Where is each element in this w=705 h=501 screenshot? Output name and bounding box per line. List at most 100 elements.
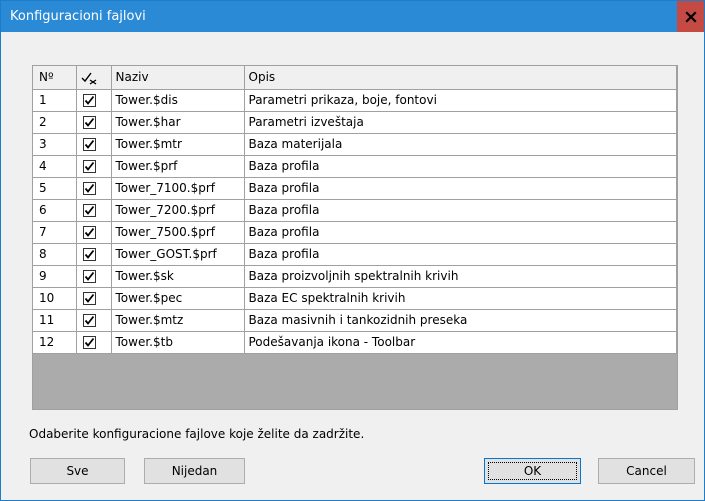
row-checkbox-cell[interactable] — [76, 331, 112, 354]
file-description: Baza profila — [244, 155, 677, 178]
file-name: Tower.$pec — [111, 287, 245, 310]
row-number: 3 — [33, 133, 77, 156]
row-number: 6 — [33, 199, 77, 222]
close-icon — [684, 10, 697, 23]
row-checkbox-cell[interactable] — [76, 177, 112, 200]
file-name: Tower.$tb — [111, 331, 245, 354]
checkmark-icon — [84, 271, 94, 281]
select-all-button[interactable]: Sve — [30, 458, 125, 484]
row-checkbox-cell[interactable] — [76, 287, 112, 310]
checkmark-icon — [84, 139, 94, 149]
file-description: Baza EC spektralnih krivih — [244, 287, 677, 310]
cancel-button[interactable]: Cancel — [598, 458, 695, 484]
row-number: 4 — [33, 155, 77, 178]
config-files-grid[interactable]: Nº Naziv Opis 1 Tower.$dis Parametri prika… — [32, 65, 678, 410]
file-name: Tower.$mtz — [111, 309, 245, 332]
file-description: Baza profila — [244, 177, 677, 200]
file-name: Tower.$sk — [111, 265, 245, 288]
row-checkbox[interactable] — [82, 248, 96, 261]
file-description: Baza profila — [244, 221, 677, 244]
checkmark-icon — [84, 337, 94, 347]
row-checkbox[interactable] — [82, 94, 96, 107]
checkmark-icon — [84, 249, 94, 259]
row-checkbox[interactable] — [82, 182, 96, 195]
row-checkbox[interactable] — [82, 270, 96, 283]
table-row[interactable]: 3 Tower.$mtr Baza materijala — [33, 133, 677, 156]
column-header-description[interactable]: Opis — [244, 66, 677, 90]
table-row[interactable]: 7 Tower_7500.$prf Baza profila — [33, 221, 677, 244]
row-checkbox-cell[interactable] — [76, 111, 112, 134]
window-title: Konfiguracioni fajlovi — [10, 9, 146, 24]
checkmark-icon — [84, 227, 94, 237]
file-name: Tower.$har — [111, 111, 245, 134]
check-all-toggle-icon[interactable] — [81, 71, 99, 85]
row-checkbox[interactable] — [82, 138, 96, 151]
file-description: Parametri prikaza, boje, fontovi — [244, 89, 677, 112]
row-checkbox-cell[interactable] — [76, 243, 112, 266]
file-name: Tower_GOST.$prf — [111, 243, 245, 266]
select-none-button[interactable]: Nijedan — [144, 458, 245, 484]
row-checkbox[interactable] — [82, 160, 96, 173]
row-checkbox[interactable] — [82, 204, 96, 217]
table-row[interactable]: 4 Tower.$prf Baza profila — [33, 155, 677, 178]
row-checkbox-cell[interactable] — [76, 155, 112, 178]
row-checkbox[interactable] — [82, 226, 96, 239]
row-checkbox[interactable] — [82, 314, 96, 327]
row-checkbox-cell[interactable] — [76, 221, 112, 244]
row-checkbox-cell[interactable] — [76, 89, 112, 112]
checkmark-icon — [84, 117, 94, 127]
row-checkbox-cell[interactable] — [76, 133, 112, 156]
checkmark-icon — [84, 95, 94, 105]
row-number: 10 — [33, 287, 77, 310]
dialog-window: Konfiguracioni fajlovi Nº Naziv Opis 1 T… — [0, 0, 705, 501]
table-row[interactable]: 11 Tower.$mtz Baza masivnih i tankozidnih … — [33, 309, 677, 332]
checkmark-icon — [84, 293, 94, 303]
row-number: 8 — [33, 243, 77, 266]
checkmark-icon — [84, 205, 94, 215]
file-description: Baza materijala — [244, 133, 677, 156]
table-header-row: Nº Naziv Opis — [33, 66, 677, 90]
file-name: Tower.$dis — [111, 89, 245, 112]
row-checkbox[interactable] — [82, 336, 96, 349]
file-name: Tower.$prf — [111, 155, 245, 178]
focus-rectangle — [488, 462, 577, 480]
row-number: 11 — [33, 309, 77, 332]
close-button[interactable] — [677, 1, 704, 32]
table-row[interactable]: 1 Tower.$dis Parametri prikaza, boje, font… — [33, 89, 677, 112]
checkmark-icon — [84, 161, 94, 171]
row-number: 2 — [33, 111, 77, 134]
checkmark-icon — [84, 183, 94, 193]
file-description: Baza proizvoljnih spektralnih krivih — [244, 265, 677, 288]
file-name: Tower_7200.$prf — [111, 199, 245, 222]
file-description: Podešavanja ikona - Toolbar — [244, 331, 677, 354]
column-header-name[interactable]: Naziv — [111, 66, 245, 90]
file-name: Tower_7100.$prf — [111, 177, 245, 200]
table-row[interactable]: 8 Tower_GOST.$prf Baza profila — [33, 243, 677, 266]
table-row[interactable]: 9 Tower.$sk Baza proizvoljnih spektralnih … — [33, 265, 677, 288]
row-number: 7 — [33, 221, 77, 244]
row-checkbox[interactable] — [82, 116, 96, 129]
file-description: Parametri izveštaja — [244, 111, 677, 134]
row-checkbox-cell[interactable] — [76, 309, 112, 332]
row-checkbox[interactable] — [82, 292, 96, 305]
column-header-number[interactable]: Nº — [33, 66, 77, 90]
file-description: Baza masivnih i tankozidnih preseka — [244, 309, 677, 332]
table-row[interactable]: 5 Tower_7100.$prf Baza profila — [33, 177, 677, 200]
file-description: Baza profila — [244, 243, 677, 266]
file-name: Tower_7500.$prf — [111, 221, 245, 244]
table-row[interactable]: 6 Tower_7200.$prf Baza profila — [33, 199, 677, 222]
instruction-text: Odaberite konfiguracione fajlove koje že… — [29, 427, 365, 441]
row-checkbox-cell[interactable] — [76, 265, 112, 288]
config-files-table: Nº Naziv Opis 1 Tower.$dis Parametri prika… — [33, 66, 677, 354]
column-header-check[interactable] — [76, 66, 112, 90]
file-name: Tower.$mtr — [111, 133, 245, 156]
title-bar[interactable]: Konfiguracioni fajlovi — [1, 1, 704, 32]
table-row[interactable]: 12 Tower.$tb Podešavanja ikona - Toolbar — [33, 331, 677, 354]
ok-button[interactable]: OK — [484, 458, 581, 484]
row-number: 12 — [33, 331, 77, 354]
table-row[interactable]: 10 Tower.$pec Baza EC spektralnih krivih — [33, 287, 677, 310]
checkmark-icon — [84, 315, 94, 325]
file-description: Baza profila — [244, 199, 677, 222]
row-checkbox-cell[interactable] — [76, 199, 112, 222]
table-row[interactable]: 2 Tower.$har Parametri izveštaja — [33, 111, 677, 134]
